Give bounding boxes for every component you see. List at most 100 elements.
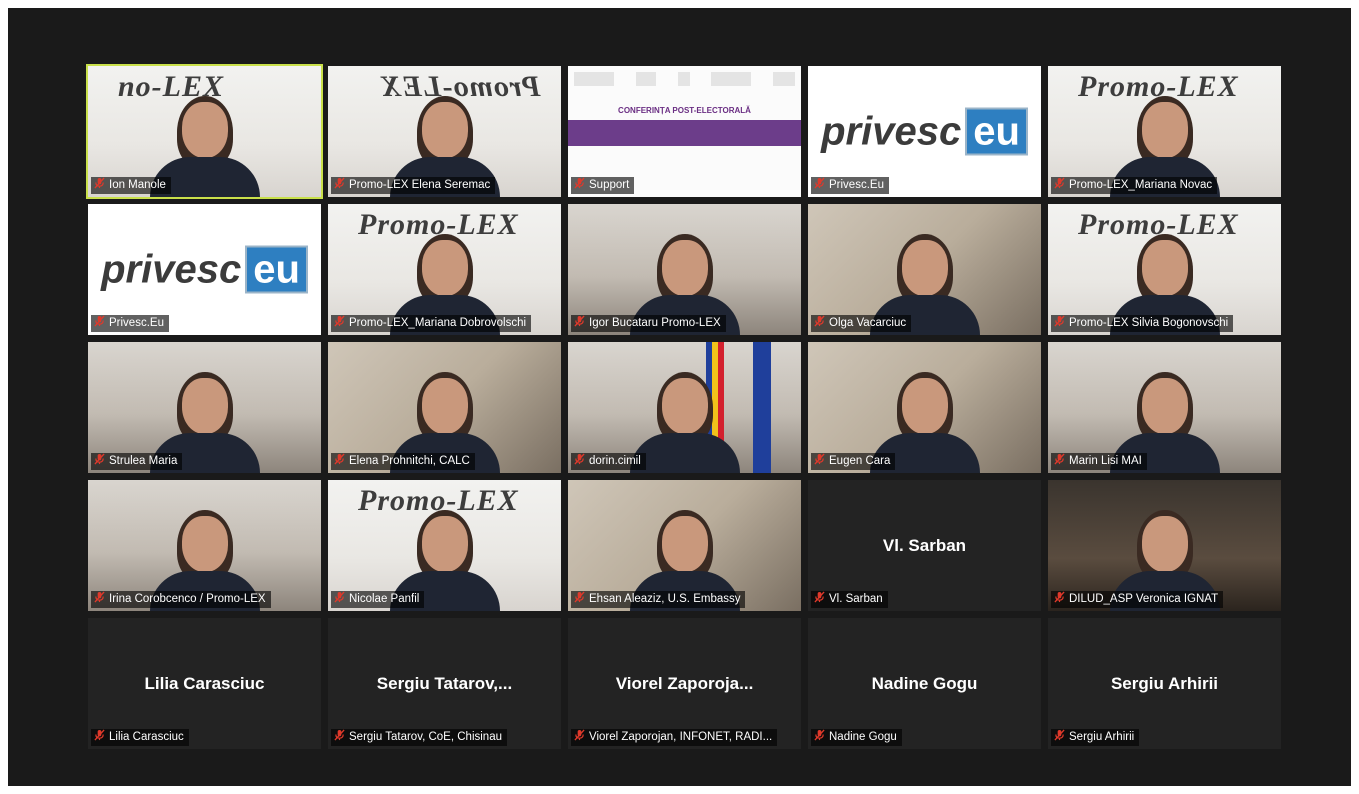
microphone-muted-icon <box>1054 729 1065 746</box>
participant-tile[interactable]: Strulea Maria <box>88 342 321 473</box>
participant-name: Sergiu Tatarov, CoE, Chisinau <box>349 731 502 743</box>
participant-name: DILUD_ASP Veronica IGNAT <box>1069 593 1219 605</box>
promo-lex-logo: Promo-LEX <box>380 70 541 103</box>
microphone-muted-icon <box>334 453 345 470</box>
participant-name-label: Promo-LEX_Mariana Dobrovolschi <box>331 315 532 332</box>
participant-tile[interactable]: Ehsan Aleaziz, U.S. Embassy <box>568 480 801 611</box>
slide-band <box>568 120 801 146</box>
participant-name: Elena Prohnitchi, CALC <box>349 455 470 467</box>
participant-name: dorin.cimil <box>589 455 641 467</box>
privesc-logo: privesc eu <box>808 107 1041 155</box>
participant-tile[interactable]: Promo-LEX Promo-LEX_Mariana Novac <box>1048 66 1281 197</box>
participant-name-label: Vl. Sarban <box>811 591 888 608</box>
participant-name-label: Sergiu Tatarov, CoE, Chisinau <box>331 729 507 746</box>
microphone-muted-icon <box>334 315 345 332</box>
participant-name: Nicolae Panfil <box>349 593 420 605</box>
participant-tile[interactable]: no-LEX Ion Manole <box>86 64 323 199</box>
participant-tile[interactable]: Promo-LEX Promo-LEX Silvia Bogonovschi <box>1048 204 1281 335</box>
participant-name: Support <box>589 179 630 191</box>
participant-display-name: Viorel Zaporoja... <box>615 673 754 693</box>
participant-name-label: Promo-LEX Elena Seremac <box>331 177 496 194</box>
microphone-muted-icon <box>1054 453 1065 470</box>
participant-tile[interactable]: Sergiu Tatarov,... Sergiu Tatarov, CoE, C… <box>328 618 561 749</box>
participant-name-label: Promo-LEX Silvia Bogonovschi <box>1051 315 1234 332</box>
participant-name: Privesc.Eu <box>109 317 164 329</box>
participant-name: Olga Vacarciuc <box>829 317 907 329</box>
participant-display-name: Sergiu Arhirii <box>1110 673 1219 693</box>
participant-tile[interactable]: Promo-LEX Promo-LEX Elena Seremac <box>328 66 561 197</box>
microphone-muted-icon <box>814 315 825 332</box>
participant-tile[interactable]: Igor Bucataru Promo-LEX <box>568 204 801 335</box>
participant-display-name: Nadine Gogu <box>871 673 978 693</box>
participant-name: Irina Corobcenco / Promo-LEX <box>109 593 266 605</box>
participant-name-label: Olga Vacarciuc <box>811 315 912 332</box>
participant-tile[interactable]: Viorel Zaporoja... Viorel Zaporojan, INFO… <box>568 618 801 749</box>
microphone-muted-icon <box>334 177 345 194</box>
participant-tile[interactable]: Vl. Sarban Vl. Sarban <box>808 480 1041 611</box>
participant-name: Strulea Maria <box>109 455 178 467</box>
participant-name-label: Elena Prohnitchi, CALC <box>331 453 475 470</box>
meeting-window: no-LEX Ion Manole Promo-LEX Promo-LEX Elena… <box>8 8 1351 786</box>
participant-tile[interactable]: Promo-LEX Promo-LEX_Mariana Dobrovolschi <box>328 204 561 335</box>
participant-name-label: Igor Bucataru Promo-LEX <box>571 315 726 332</box>
participant-tile[interactable]: Nadine Gogu Nadine Gogu <box>808 618 1041 749</box>
participant-name-label: Sergiu Arhirii <box>1051 729 1140 746</box>
microphone-muted-icon <box>814 729 825 746</box>
participant-tile[interactable]: Marin Lisi MAI <box>1048 342 1281 473</box>
microphone-muted-icon <box>334 729 345 746</box>
participant-name: Viorel Zaporojan, INFONET, RADI... <box>589 731 773 743</box>
participant-tile[interactable]: CONFERINȚA POST-ELECTORALĂ Support <box>568 66 801 197</box>
microphone-muted-icon <box>1054 177 1065 194</box>
participant-name-label: Eugen Cara <box>811 453 896 470</box>
microphone-muted-icon <box>94 729 105 746</box>
participant-name-label: Privesc.Eu <box>91 315 169 332</box>
participant-name: Vl. Sarban <box>829 593 883 605</box>
participant-tile[interactable]: Irina Corobcenco / Promo-LEX <box>88 480 321 611</box>
participant-tile[interactable]: Promo-LEX Nicolae Panfil <box>328 480 561 611</box>
participant-name: Promo-LEX Silvia Bogonovschi <box>1069 317 1229 329</box>
participant-name: Marin Lisi MAI <box>1069 455 1142 467</box>
microphone-muted-icon <box>574 453 585 470</box>
participant-name: Promo-LEX_Mariana Novac <box>1069 179 1213 191</box>
participant-name: Igor Bucataru Promo-LEX <box>589 317 721 329</box>
participant-name-label: Privesc.Eu <box>811 177 889 194</box>
participant-name: Sergiu Arhirii <box>1069 731 1135 743</box>
participant-video <box>629 372 740 473</box>
privesc-logo: privesc eu <box>88 245 321 293</box>
participant-name: Lilia Carasciuc <box>109 731 184 743</box>
microphone-muted-icon <box>1054 315 1065 332</box>
participant-name-label: Irina Corobcenco / Promo-LEX <box>91 591 271 608</box>
participant-name-label: Nicolae Panfil <box>331 591 425 608</box>
participant-tile[interactable]: privesc eu Privesc.Eu <box>808 66 1041 197</box>
participant-tile[interactable]: Sergiu Arhirii Sergiu Arhirii <box>1048 618 1281 749</box>
microphone-muted-icon <box>94 177 105 194</box>
participant-tile[interactable]: dorin.cimil <box>568 342 801 473</box>
participant-name-label: Nadine Gogu <box>811 729 902 746</box>
participant-name: Ion Manole <box>109 179 166 191</box>
participant-name-label: Strulea Maria <box>91 453 183 470</box>
microphone-muted-icon <box>334 591 345 608</box>
participant-display-name: Lilia Carasciuc <box>144 673 265 693</box>
participant-name-label: Ehsan Aleaziz, U.S. Embassy <box>571 591 746 608</box>
participant-name: Promo-LEX_Mariana Dobrovolschi <box>349 317 527 329</box>
participant-name-label: DILUD_ASP Veronica IGNAT <box>1051 591 1224 608</box>
microphone-muted-icon <box>1054 591 1065 608</box>
sponsor-logos <box>574 70 795 88</box>
participant-tile[interactable]: Eugen Cara <box>808 342 1041 473</box>
participant-tile[interactable]: Olga Vacarciuc <box>808 204 1041 335</box>
participant-tile[interactable]: Elena Prohnitchi, CALC <box>328 342 561 473</box>
participant-name: Nadine Gogu <box>829 731 897 743</box>
gallery-grid: no-LEX Ion Manole Promo-LEX Promo-LEX Elena… <box>86 64 1288 754</box>
participant-display-name: Vl. Sarban <box>882 535 967 555</box>
participant-display-name: Sergiu Tatarov,... <box>376 673 513 693</box>
microphone-muted-icon <box>94 315 105 332</box>
microphone-muted-icon <box>574 729 585 746</box>
microphone-muted-icon <box>814 453 825 470</box>
participant-tile[interactable]: privesc eu Privesc.Eu <box>88 204 321 335</box>
participant-name: Privesc.Eu <box>829 179 884 191</box>
participant-tile[interactable]: Lilia Carasciuc Lilia Carasciuc <box>88 618 321 749</box>
participant-name-label: Ion Manole <box>91 177 171 194</box>
participant-name-label: Support <box>571 177 635 194</box>
participant-tile[interactable]: DILUD_ASP Veronica IGNAT <box>1048 480 1281 611</box>
microphone-muted-icon <box>814 591 825 608</box>
